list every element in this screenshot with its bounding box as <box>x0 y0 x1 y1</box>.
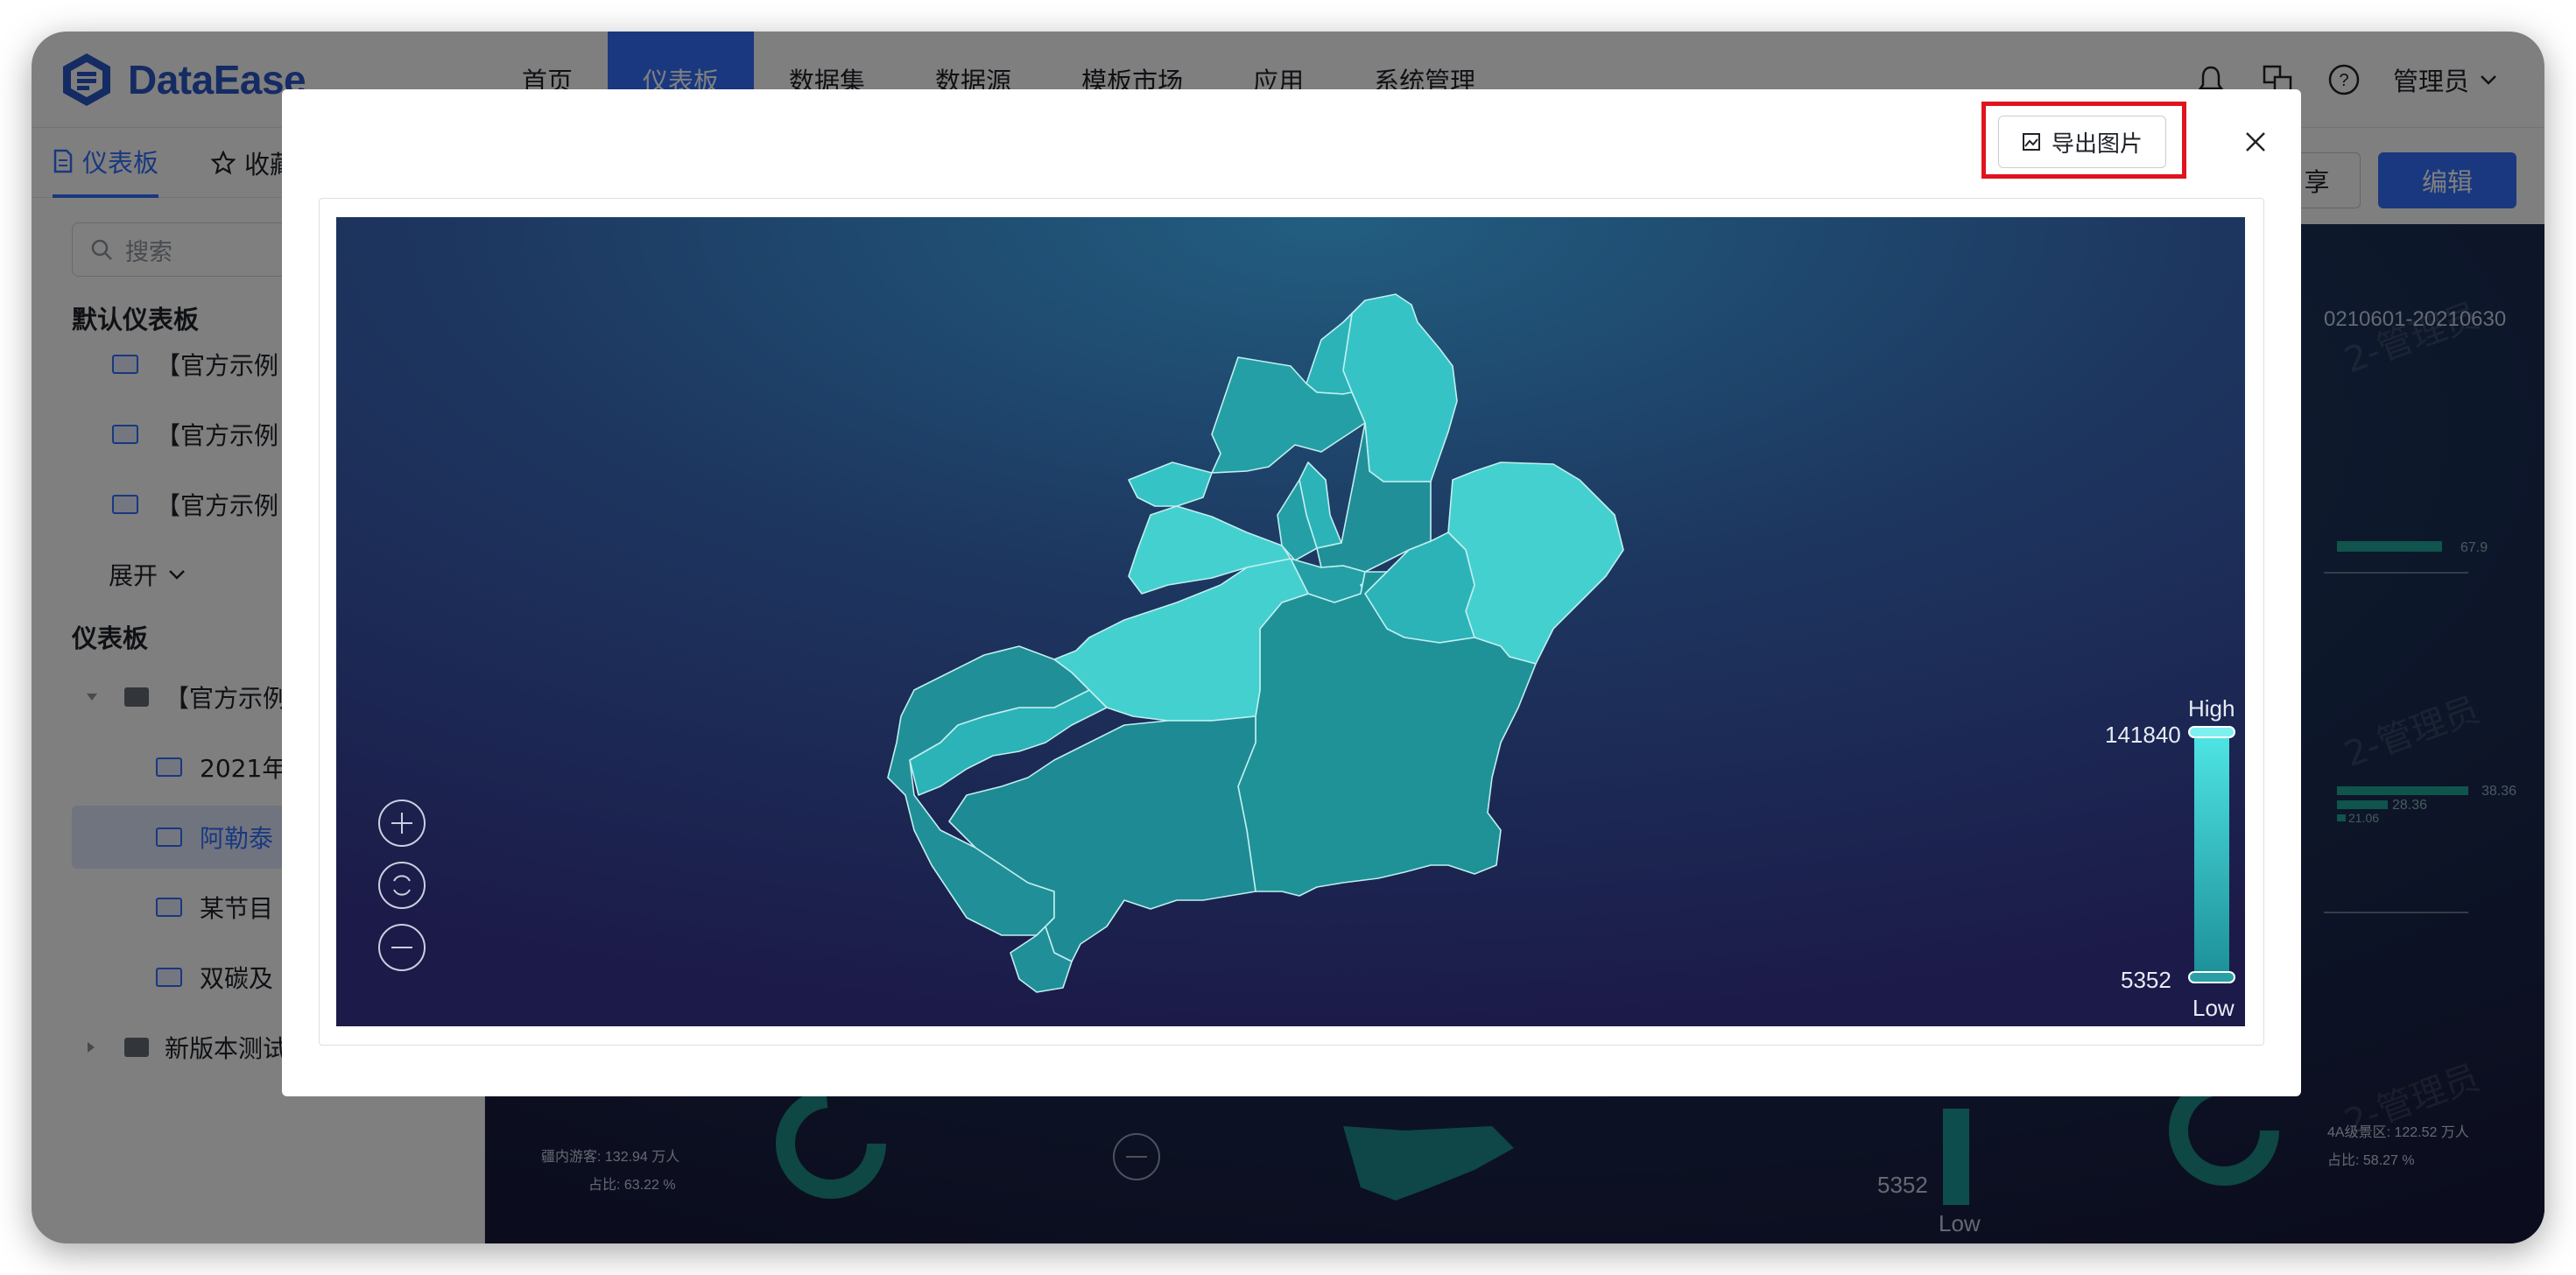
close-icon <box>2246 132 2265 151</box>
legend-max-value: 141840 <box>2105 722 2181 748</box>
legend-handle-bottom[interactable] <box>2188 971 2235 983</box>
legend-min-value: 5352 <box>2121 967 2171 993</box>
close-dialog-button[interactable] <box>2235 121 2277 163</box>
choropleth-map: High 141840 5352 Low <box>336 217 2245 1026</box>
legend-high-label: High <box>2188 695 2235 722</box>
legend-handle-top[interactable] <box>2188 726 2235 738</box>
legend-low-label: Low <box>2192 995 2235 1021</box>
app-window: DataEase 首页 仪表板 数据集 数据源 模板市场 应用 系统管理 ? 管… <box>32 32 2544 1243</box>
map-preview-dialog: 导出图片 High 141840 5352 Low <box>282 89 2301 1096</box>
map-chart-panel: High 141840 5352 Low <box>336 217 2245 1026</box>
annotation-highlight-box <box>1981 102 2186 179</box>
